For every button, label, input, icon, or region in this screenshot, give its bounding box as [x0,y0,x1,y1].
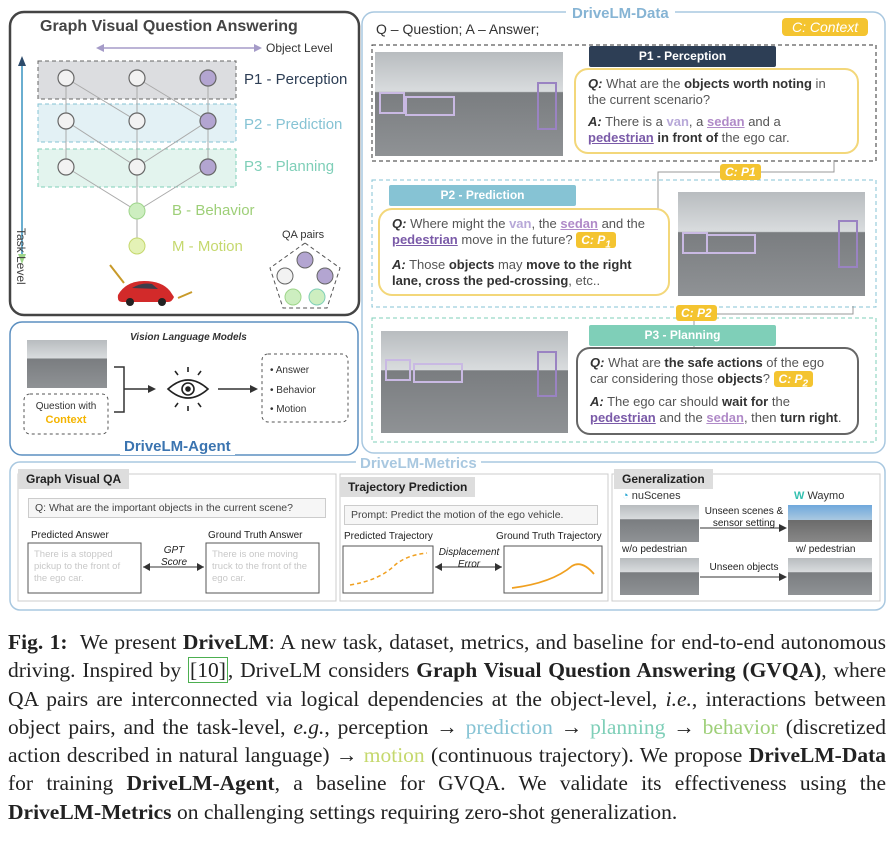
p1-question: Q: What are the objects worth noting in … [588,76,826,107]
disp-error-label: Displacement Error [438,547,500,570]
nuscenes-label: ◔ nuScenes [622,490,681,502]
motion-label: M - Motion [172,238,243,255]
sedan-box [405,96,455,116]
behavior-label: B - Behavior [172,202,255,219]
p1-answer: A: There is a van, a sedan and a pedestr… [588,114,790,145]
traj-metric-header: Trajectory Prediction [340,477,476,497]
gt-answer-text: There is one moving truck to the front o… [212,549,308,584]
c-p1-tag-1: C: P1 [720,164,761,180]
question-context-line2: Context [45,414,87,426]
c-p2-tag-1: C: P2 [676,305,717,321]
pedestrian-box [537,82,557,130]
caption-fig-label: Fig. 1: [8,630,68,654]
p1-scene-photo [375,52,563,156]
context-tag: C: Context [782,18,869,36]
agent-output-motion: • Motion [270,404,307,415]
metrics-title: DriveLM-Metrics [356,455,481,472]
agent-output-answer: • Answer [270,365,310,376]
object-level-label: Object Level [266,41,333,55]
gt-traj-label: Ground Truth Trajectory [496,531,602,542]
gvqa-title: Graph Visual Question Answering [40,18,298,35]
nuscenes-photo-1 [620,505,699,542]
unseen-scenes-label: Unseen scenes & sensor setting [704,506,784,529]
motion-node [128,237,146,255]
p3-header: P3 - Planning [589,325,776,346]
traj-prompt: Prompt: Predict the motion of the ego ve… [344,505,598,525]
agent-title: DriveLM-Agent [120,438,235,455]
p3-answer: A: The ego car should wait for the pedes… [590,394,842,426]
p3-scene-photo [381,331,568,433]
p1-label: P1 - Perception [244,71,348,88]
p2-question: Q: Where might the van, the sedan and th… [392,216,645,251]
gpt-score-label: GPT Score [160,545,188,568]
p3-question: Q: What are the safe actions of the ego … [590,355,825,390]
w-pedestrian-label: w/ pedestrian [796,544,856,555]
agent-output-behavior: • Behavior [270,384,316,396]
p2-label: P2 - Prediction [244,116,343,133]
pred-answer-label: Predicted Answer [31,530,109,541]
citation-link[interactable]: [10] [188,657,228,684]
wo-pedestrian-label: w/o pedestrian [622,544,688,555]
gt-answer-label: Ground Truth Answer [208,530,303,541]
p2-answer: A: Those objects may move to the right l… [392,257,632,289]
qa-pairs-label: QA pairs [282,229,325,241]
p2-scene-photo [678,192,865,296]
waymo-label: W Waymo [794,490,845,502]
waymo-photo-1 [788,505,872,542]
data-legend: Q – Question; A – Answer; [376,21,540,37]
task-level-label: Task Level [14,228,28,285]
pred-answer-text: There is a stopped pickup to the front o… [34,549,121,584]
gvqa-metric-header: Graph Visual QA [18,469,130,489]
p1-header: P1 - Perception [589,46,776,67]
van-box [379,92,405,114]
p2-bubble: Q: Where might the van, the sedan and th… [378,208,670,296]
p3-label: P3 - Planning [244,158,335,175]
vlm-label: Vision Language Models [130,332,247,343]
pred-traj-label: Predicted Trajectory [344,531,433,542]
nuscenes-photo-2 [620,558,699,595]
p3-bubble: Q: What are the safe actions of the ego … [576,347,859,435]
figure-caption: Fig. 1: We present DriveLM: A new task, … [8,630,887,824]
p1-bubble: Q: What are the objects worth noting in … [574,68,859,154]
waymo-photo-2 [788,558,872,595]
agent-scene-photo [27,340,107,388]
p2-header: P2 - Prediction [389,185,576,206]
agent-outputs-list: • Answer • Behavior • Motion [270,361,316,420]
unseen-objects-label: Unseen objects [709,562,779,573]
gen-metric-header: Generalization [614,469,713,489]
nuscenes-icon: ◔ [622,490,629,502]
waymo-icon: W [794,490,805,502]
behavior-node [128,202,146,220]
data-title: DriveLM-Data [566,5,675,22]
gvqa-metric-question: Q: What are the important objects in the… [28,498,326,518]
question-context-line1: Question with [35,401,97,412]
